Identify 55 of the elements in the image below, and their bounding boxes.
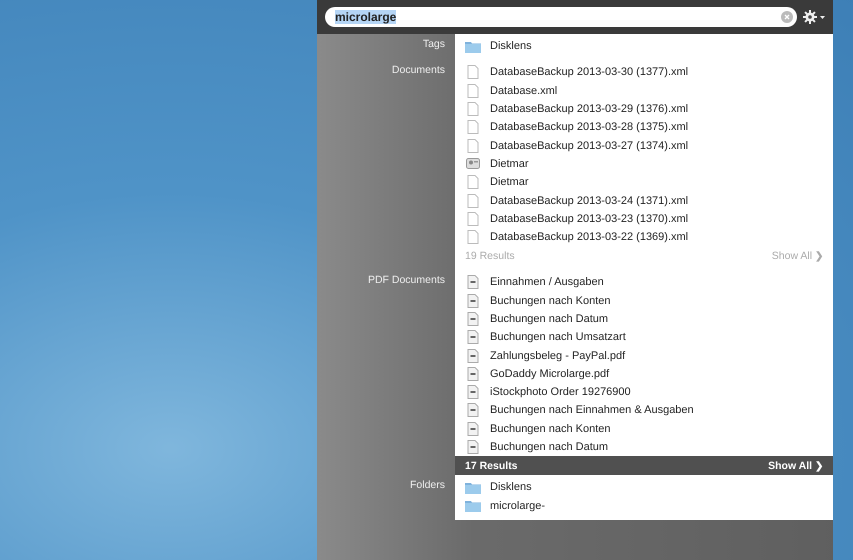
pdf-icon xyxy=(465,403,481,418)
document-icon xyxy=(465,120,481,134)
result-item[interactable]: Buchungen nach Konten xyxy=(455,420,833,438)
result-item[interactable]: DatabaseBackup 2013-03-28 (1375).xml xyxy=(455,118,833,136)
folder-icon xyxy=(465,40,481,53)
folder-icon xyxy=(465,499,481,512)
category-label: Tags xyxy=(422,38,445,50)
pdf-icon xyxy=(465,275,481,290)
result-item[interactable]: DatabaseBackup 2013-03-24 (1371).xml xyxy=(455,191,833,210)
pdf-icon xyxy=(465,348,481,363)
result-item[interactable]: Einnahmen / Ausgaben xyxy=(455,273,833,292)
results-count: 17 Results xyxy=(465,460,518,472)
result-item[interactable]: DatabaseBackup 2013-03-23 (1370).xml xyxy=(455,210,833,228)
document-icon xyxy=(465,230,481,244)
pdf-icon xyxy=(465,366,481,381)
result-item[interactable]: Buchungen nach Datum xyxy=(455,310,833,328)
document-icon xyxy=(465,212,481,226)
pdf-icon xyxy=(465,294,481,308)
document-icon xyxy=(465,102,481,116)
document-icon xyxy=(465,84,481,98)
result-item[interactable]: Buchungen nach Datum xyxy=(455,438,833,456)
category-label: Documents xyxy=(392,64,445,76)
results-footer[interactable]: 17 Results Show All ❯ xyxy=(455,456,833,476)
result-item[interactable]: DatabaseBackup 2013-03-30 (1377).xml xyxy=(455,63,833,82)
pdf-icon xyxy=(465,440,481,454)
pdf-icon xyxy=(465,330,481,344)
result-item[interactable]: DatabaseBackup 2013-03-29 (1376).xml xyxy=(455,100,833,118)
pdf-icon xyxy=(465,422,481,436)
settings-icon[interactable] xyxy=(803,10,827,24)
result-item[interactable]: Dietmar xyxy=(455,154,833,174)
show-all-link[interactable]: Show All ❯ xyxy=(768,460,823,472)
result-item[interactable]: microlarge- xyxy=(455,496,833,515)
contact-card-icon xyxy=(465,158,481,170)
result-item[interactable]: Buchungen nach Konten xyxy=(455,292,833,310)
folder-icon xyxy=(465,480,481,494)
result-item[interactable]: Dietmar xyxy=(455,173,833,192)
results-count: 19 Results xyxy=(465,250,515,262)
result-item[interactable]: Zahlungsbeleg - PayPal.pdf xyxy=(455,346,833,365)
result-item[interactable]: Disklens xyxy=(455,478,833,497)
document-icon xyxy=(465,175,481,190)
result-item[interactable]: DatabaseBackup 2013-03-22 (1369).xml xyxy=(455,228,833,246)
search-field[interactable]: microlarge xyxy=(325,7,797,27)
category-label: Folders xyxy=(410,479,445,492)
result-item[interactable]: iStockphoto Order 19276900 xyxy=(455,383,833,402)
result-item[interactable]: Database.xml xyxy=(455,82,833,100)
pdf-icon xyxy=(465,312,481,326)
result-item[interactable]: DatabaseBackup 2013-03-27 (1374).xml xyxy=(455,136,833,155)
document-icon xyxy=(465,65,481,80)
result-item[interactable]: Buchungen nach Einnahmen & Ausgaben xyxy=(455,401,833,420)
document-icon xyxy=(465,138,481,153)
result-item[interactable]: Buchungen nach Umsatzart xyxy=(455,328,833,346)
document-icon xyxy=(465,194,481,208)
pdf-icon xyxy=(465,385,481,400)
category-label: PDF Documents xyxy=(368,274,445,286)
result-item[interactable]: GoDaddy Microlarge.pdf xyxy=(455,364,833,384)
